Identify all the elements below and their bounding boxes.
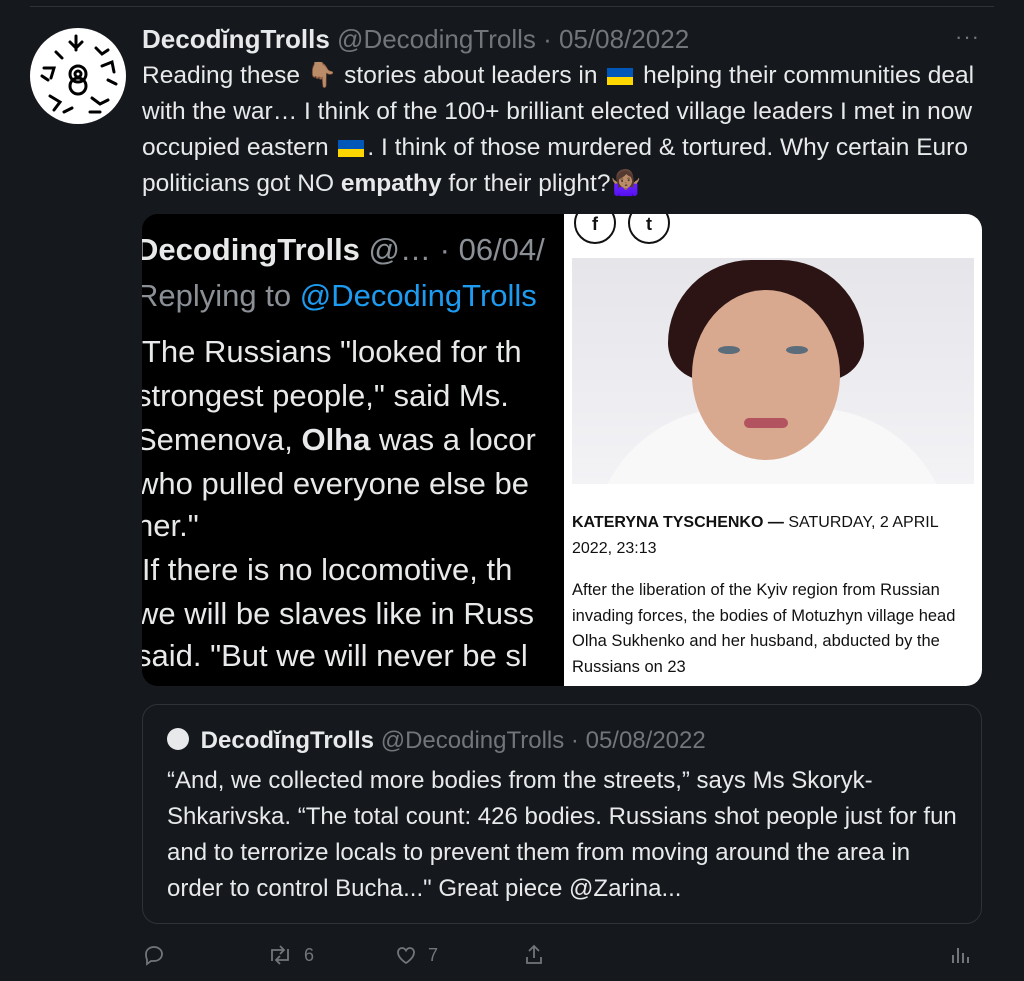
retweet-button[interactable]: 6 [266, 940, 314, 970]
eye-shape [718, 346, 740, 354]
pointing-down-emoji: 👇🏽 [306, 62, 338, 89]
like-count: 7 [428, 944, 439, 965]
reply-button[interactable] [142, 940, 166, 970]
image-text-line: 'If there is no locomotive, th [142, 552, 513, 587]
tweet-text-part: Reading these [142, 62, 301, 89]
analytics-icon [952, 948, 969, 963]
ukraine-flag-icon [338, 140, 365, 158]
twitter-bird-icon: t [628, 214, 670, 244]
replying-handle: @DecodingTrolls [299, 278, 537, 313]
article-author: KATERYNA TYSCHENKO [572, 514, 764, 531]
image-text-part: was a locor [378, 422, 536, 457]
image-text-line: strongest people," said Ms. [142, 378, 509, 413]
tweet-text-part: stories about leaders in [344, 62, 598, 89]
divider [30, 6, 994, 7]
share-icon [526, 944, 542, 964]
byline-dash: — [767, 514, 784, 531]
quoted-display-name: DecodĭngTrolls [200, 727, 375, 754]
heart-icon [397, 947, 415, 965]
ukraine-flag-icon [607, 68, 634, 86]
separator: · [543, 24, 552, 54]
image-text-line: who pulled everyone else be [142, 466, 529, 501]
more-options-icon[interactable]: ··· [955, 24, 980, 50]
mouth-shape [744, 418, 788, 428]
analytics-button[interactable] [948, 940, 972, 970]
portrait-photo [572, 258, 974, 484]
quoted-tweet-header: DecodĭngTrolls @DecodingTrolls · 05/08/2… [167, 725, 706, 757]
retweet-count: 6 [304, 944, 315, 965]
tweet-text: Reading these 👇🏽 stories about leaders i… [142, 58, 982, 202]
quoted-separator: · [570, 727, 579, 754]
flag-blue [338, 140, 365, 149]
quoted-avatar [167, 728, 189, 750]
quoted-date: 05/08/2022 [585, 727, 706, 754]
eye-shape [786, 346, 808, 354]
image-text-line: said. "But we will never be sl [142, 638, 528, 673]
image-text-line: Semenova, Olha was a locor [142, 422, 536, 458]
quoted-tweet[interactable]: DecodĭngTrolls @DecodingTrolls · 05/08/2… [142, 704, 982, 924]
image-text-line: her." [142, 508, 199, 543]
image-text-line: we will be slaves like in Russ [142, 596, 534, 631]
quoted-tweet-text: “And, we collected more bodies from the … [167, 767, 957, 902]
display-name[interactable]: DecodĭngTrolls [142, 24, 330, 54]
facebook-icon: f [574, 214, 616, 244]
article-byline: KATERYNA TYSCHENKO — SATURDAY, 2 APRIL 2… [572, 510, 974, 562]
screenshot-image[interactable]: DecodingTrolls @… · 06/04/ Replying to @… [142, 214, 564, 686]
image-tweet-header: DecodingTrolls @… · 06/04/ [142, 232, 545, 268]
tweet-date[interactable]: 05/08/2022 [559, 24, 689, 54]
reply-icon [145, 946, 163, 966]
like-button[interactable]: 7 [394, 940, 438, 970]
image-replying-to: Replying to @DecodingTrolls [142, 278, 537, 314]
replying-prefix: Replying to [142, 278, 292, 313]
action-bar: 6 7 [142, 940, 982, 970]
image-date: · 06/04/ [439, 232, 545, 267]
tweet-header: DecodĭngTrolls @DecodingTrolls · 05/08/2… [142, 22, 689, 56]
flag-blue [607, 68, 634, 77]
media-attachment[interactable]: DecodingTrolls @… · 06/04/ Replying to @… [142, 214, 982, 686]
article-body: After the liberation of the Kyiv region … [572, 581, 956, 676]
article-image[interactable]: f t KATERYNA TYSCHENKO — SATURDAY, 2 APR… [564, 214, 982, 686]
tweet-text-part: for their plight? [448, 170, 611, 197]
retweet-icon [271, 945, 289, 965]
handle[interactable]: @DecodingTrolls [337, 24, 536, 54]
avatar[interactable] [30, 28, 126, 124]
share-button[interactable] [522, 940, 546, 970]
image-handle: @… [368, 232, 432, 267]
flag-yellow [607, 76, 634, 86]
bold-word: empathy [340, 170, 442, 197]
shrug-emoji: 🤷🏽‍♀️ [610, 170, 641, 197]
quoted-handle: @DecodingTrolls [380, 727, 565, 754]
image-text-line: 'The Russians "looked for th [142, 334, 522, 369]
image-name: DecodingTrolls [142, 232, 360, 267]
tweet[interactable]: DecodĭngTrolls @DecodingTrolls · 05/08/2… [0, 0, 1024, 981]
face-shape [692, 290, 840, 460]
image-text-bold: Olha [301, 422, 371, 457]
flag-yellow [338, 148, 365, 158]
image-text-part: Semenova, [142, 422, 293, 457]
